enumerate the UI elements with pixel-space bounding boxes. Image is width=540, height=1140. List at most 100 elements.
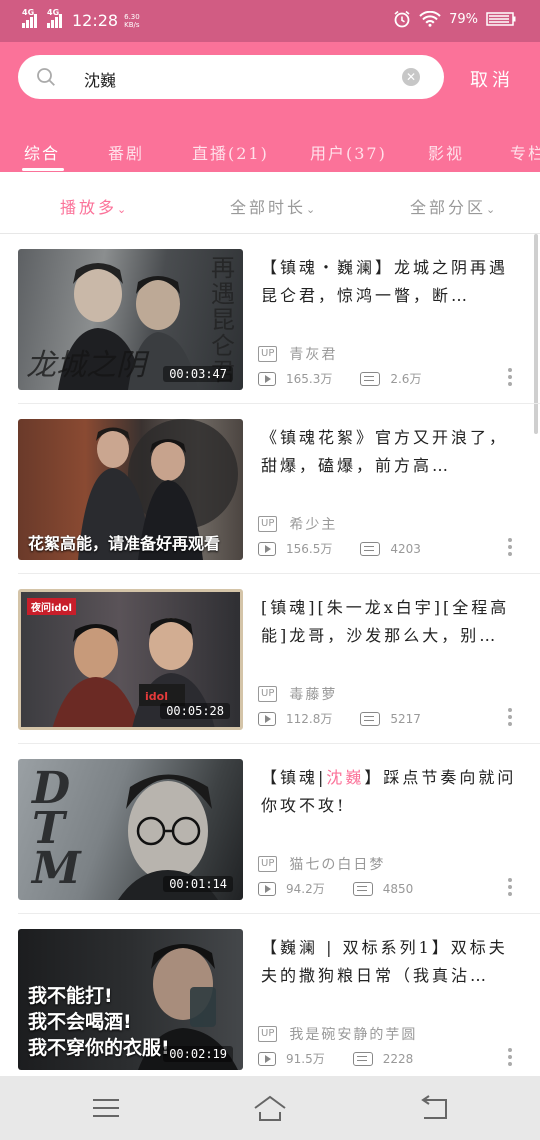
search-input[interactable]: 沈巍 bbox=[84, 67, 116, 91]
more-options-icon[interactable] bbox=[508, 538, 512, 556]
video-stats: 156.5万 4203 bbox=[258, 540, 421, 557]
list-item[interactable]: idol 夜问idol 00:05:28 [镇魂][朱一龙x白宇][全程高能]龙… bbox=[0, 574, 540, 744]
thumbnail-logo: 夜问idol bbox=[27, 598, 76, 615]
list-item[interactable]: 我不能打! 我不会喝酒! 我不穿你的衣服! 00:02:19 【巍澜 | 双标系… bbox=[0, 914, 540, 1084]
up-badge-icon: UP bbox=[258, 686, 278, 702]
video-stats: 165.3万 2.6万 bbox=[258, 370, 421, 387]
video-thumbnail[interactable]: DTM 00:01:14 bbox=[18, 759, 243, 900]
video-thumbnail[interactable]: 龙城之阴 再遇昆仑君 00:03:47 bbox=[18, 249, 243, 390]
status-time: 12:28 bbox=[72, 11, 119, 30]
more-options-icon[interactable] bbox=[508, 1048, 512, 1066]
tab-live[interactable]: 直播(21) bbox=[192, 140, 269, 164]
speed-value: 6.30 bbox=[124, 12, 140, 21]
chevron-down-icon: ⌄ bbox=[306, 203, 316, 216]
video-thumbnail[interactable]: idol 夜问idol 00:05:28 bbox=[18, 589, 243, 730]
video-title[interactable]: 《镇魂花絮》官方又开浪了，甜爆，磕爆，前方高… bbox=[261, 424, 523, 480]
video-duration: 00:01:14 bbox=[163, 876, 233, 892]
back-icon[interactable] bbox=[416, 1094, 452, 1122]
video-duration: 00:03:47 bbox=[163, 366, 233, 382]
thumbnail-caption: DTM bbox=[32, 763, 87, 894]
danmaku-icon bbox=[352, 881, 373, 896]
filter-sort[interactable]: 播放多⌄ bbox=[60, 194, 126, 218]
list-item[interactable]: 龙城之阴 再遇昆仑君 00:03:47 【镇魂・巍澜】龙城之阴再遇昆仑君，惊鸿一… bbox=[0, 234, 540, 404]
uploader-row[interactable]: UP 希少主 bbox=[258, 514, 337, 534]
video-title[interactable]: [镇魂][朱一龙x白宇][全程高能]龙哥，沙发那么大，别… bbox=[261, 594, 523, 650]
filter-category[interactable]: 全部分区⌄ bbox=[410, 194, 495, 218]
list-item[interactable]: DTM 00:01:14 【镇魂|沈巍】踩点节奏向就问你攻不攻! UP 猫七の白… bbox=[0, 744, 540, 914]
video-stats: 91.5万 2228 bbox=[258, 1050, 413, 1067]
danmaku-count: 4850 bbox=[382, 881, 414, 896]
uploader-row[interactable]: UP 毒藤萝 bbox=[258, 684, 337, 704]
uploader-name: 青灰君 bbox=[289, 347, 338, 363]
uploader-row[interactable]: UP 青灰君 bbox=[258, 344, 337, 364]
video-title[interactable]: 【镇魂・巍澜】龙城之阴再遇昆仑君，惊鸿一瞥，断… bbox=[261, 254, 523, 310]
video-thumbnail[interactable]: 我不能打! 我不会喝酒! 我不穿你的衣服! 00:02:19 bbox=[18, 929, 243, 1070]
alarm-icon bbox=[394, 10, 410, 28]
play-count-icon bbox=[258, 881, 276, 896]
search-icon bbox=[37, 68, 55, 86]
video-duration: 00:05:28 bbox=[160, 703, 230, 719]
chevron-down-icon: ⌄ bbox=[486, 203, 496, 216]
home-icon[interactable] bbox=[252, 1094, 288, 1122]
tab-all[interactable]: 综合 bbox=[24, 140, 60, 164]
speed-unit: KB/s bbox=[124, 20, 140, 29]
danmaku-count: 2228 bbox=[382, 1051, 414, 1066]
svg-text:idol: idol bbox=[145, 690, 168, 703]
tab-users[interactable]: 用户(37) bbox=[310, 140, 387, 164]
uploader-name: 我是碗安静的芋圆 bbox=[289, 1027, 418, 1043]
play-count-icon bbox=[258, 541, 276, 556]
video-title[interactable]: 【镇魂|沈巍】踩点节奏向就问你攻不攻! bbox=[261, 764, 523, 820]
danmaku-icon bbox=[360, 371, 381, 386]
view-count: 91.5万 bbox=[286, 1052, 325, 1066]
thumbnail-caption: 花絮高能，请准备好再观看 bbox=[28, 534, 221, 553]
tab-movies[interactable]: 影视 bbox=[428, 140, 464, 164]
danmaku-icon bbox=[352, 1051, 373, 1066]
tab-bar: 综合 番剧 直播(21) 用户(37) 影视 专栏 bbox=[0, 132, 540, 172]
wifi-icon bbox=[419, 11, 441, 27]
video-stats: 94.2万 4850 bbox=[258, 880, 413, 897]
signal-icon-2: 4G bbox=[47, 8, 62, 28]
up-badge-icon: UP bbox=[258, 1026, 278, 1042]
signal-label: 4G bbox=[22, 7, 35, 17]
title-part: 【镇魂| bbox=[261, 768, 327, 787]
battery-icon bbox=[486, 12, 516, 26]
tab-bangumi[interactable]: 番剧 bbox=[108, 140, 144, 164]
filter-category-label: 全部分区 bbox=[410, 198, 487, 217]
menu-icon[interactable] bbox=[88, 1094, 124, 1122]
danmaku-icon bbox=[360, 541, 381, 556]
view-count: 156.5万 bbox=[286, 542, 333, 556]
chevron-down-icon: ⌄ bbox=[117, 203, 127, 216]
status-bar: 4G 4G 12:28 6.30 KB/s 79% bbox=[0, 0, 540, 42]
more-options-icon[interactable] bbox=[508, 708, 512, 726]
uploader-row[interactable]: UP 猫七の白日梦 bbox=[258, 854, 385, 874]
tab-indicator bbox=[22, 168, 64, 171]
more-options-icon[interactable] bbox=[508, 368, 512, 386]
cancel-button[interactable]: 取消 bbox=[470, 66, 514, 92]
filter-duration[interactable]: 全部时长⌄ bbox=[230, 194, 315, 218]
filter-sort-label: 播放多 bbox=[60, 198, 118, 217]
video-thumbnail[interactable]: 花絮高能，请准备好再观看 bbox=[18, 419, 243, 560]
more-options-icon[interactable] bbox=[508, 878, 512, 896]
list-item[interactable]: 花絮高能，请准备好再观看 《镇魂花絮》官方又开浪了，甜爆，磕爆，前方高… UP … bbox=[0, 404, 540, 574]
video-title[interactable]: 【巍澜 | 双标系列1】双标夫夫的撒狗粮日常（我真沾… bbox=[261, 934, 523, 990]
signal-icon: 4G bbox=[22, 8, 37, 28]
danmaku-count: 4203 bbox=[390, 541, 421, 556]
thumbnail-caption: 我不能打! 我不会喝酒! 我不穿你的衣服! bbox=[28, 985, 170, 1059]
play-count-icon bbox=[258, 371, 276, 386]
up-badge-icon: UP bbox=[258, 516, 278, 532]
video-list: 龙城之阴 再遇昆仑君 00:03:47 【镇魂・巍澜】龙城之阴再遇昆仑君，惊鸿一… bbox=[0, 234, 540, 1084]
view-count: 165.3万 bbox=[286, 372, 333, 386]
title-highlight: 沈巍 bbox=[326, 768, 365, 787]
video-stats: 112.8万 5217 bbox=[258, 710, 421, 727]
filter-duration-label: 全部时长 bbox=[230, 198, 307, 217]
uploader-row[interactable]: UP 我是碗安静的芋圆 bbox=[258, 1024, 417, 1044]
clear-icon[interactable]: ✕ bbox=[402, 68, 420, 86]
system-nav-bar bbox=[0, 1076, 540, 1140]
search-box[interactable]: 沈巍 ✕ bbox=[18, 55, 444, 99]
up-badge-icon: UP bbox=[258, 346, 278, 362]
tab-articles[interactable]: 专栏 bbox=[510, 140, 540, 164]
uploader-name: 毒藤萝 bbox=[289, 687, 338, 703]
network-speed: 6.30 KB/s bbox=[124, 13, 146, 29]
video-duration: 00:02:19 bbox=[163, 1046, 233, 1062]
search-header: 沈巍 ✕ 取消 综合 番剧 直播(21) 用户(37) 影视 专栏 bbox=[0, 42, 540, 172]
